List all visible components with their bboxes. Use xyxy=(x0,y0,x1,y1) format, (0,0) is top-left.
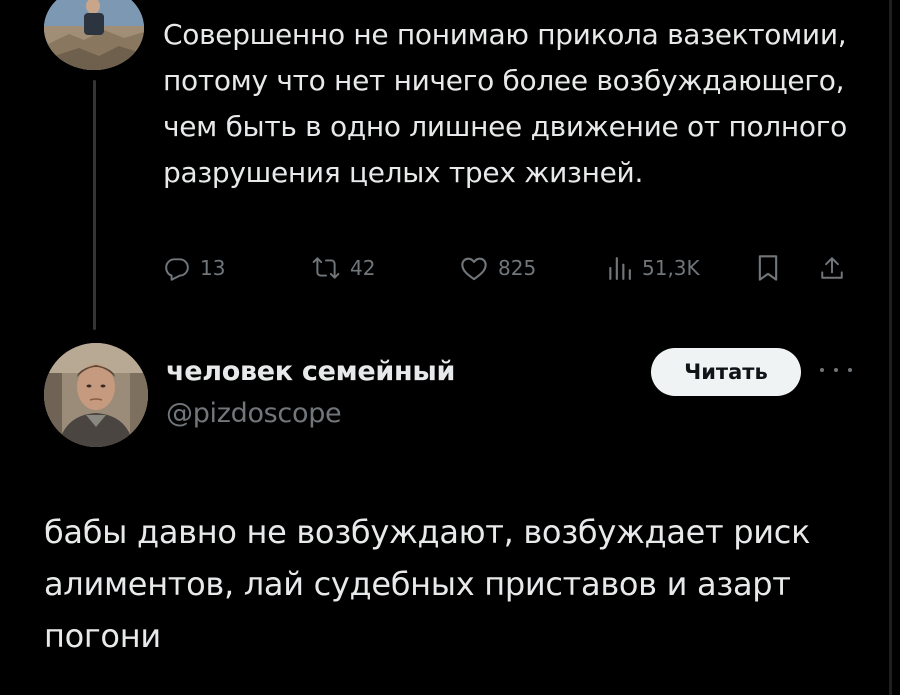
reply-button[interactable]: 13 xyxy=(164,250,225,286)
more-dot xyxy=(820,368,824,372)
author-avatar[interactable] xyxy=(44,343,148,447)
share-button[interactable] xyxy=(819,250,845,286)
bookmark-button[interactable] xyxy=(756,250,780,286)
more-dot xyxy=(834,368,838,372)
avatar-photo xyxy=(44,343,148,447)
avatar[interactable] xyxy=(44,0,144,70)
reply-count: 13 xyxy=(200,256,226,280)
views-icon xyxy=(609,257,631,280)
retweet-button[interactable]: 42 xyxy=(312,250,375,286)
retweet-icon xyxy=(312,257,340,279)
reply-icon xyxy=(165,258,189,281)
more-dot xyxy=(848,368,852,372)
share-icon xyxy=(821,257,843,279)
views-button[interactable]: 51,3K xyxy=(606,250,700,286)
bookmark-icon xyxy=(758,255,778,281)
author-handle[interactable]: @pizdoscope xyxy=(166,398,342,429)
views-count: 51,3K xyxy=(642,256,700,280)
avatar-photo xyxy=(44,0,144,70)
author-name[interactable]: человек семейный xyxy=(166,356,455,387)
thread-line xyxy=(93,80,96,330)
follow-button[interactable]: Читать xyxy=(651,348,801,396)
tweet-text: бабы давно не возбуждают, возбуждает рис… xyxy=(44,513,811,655)
scrollbar-edge xyxy=(889,0,892,695)
like-button[interactable]: 825 xyxy=(460,250,536,286)
heart-icon xyxy=(461,257,487,281)
tweet-actions: 13 42 825 51,3K xyxy=(164,250,856,286)
like-count: 825 xyxy=(498,256,537,280)
tweet-text: Совершенно не понимаю прикола вазектомии… xyxy=(163,18,847,189)
more-icon[interactable] xyxy=(820,360,852,380)
retweet-count: 42 xyxy=(350,256,376,280)
